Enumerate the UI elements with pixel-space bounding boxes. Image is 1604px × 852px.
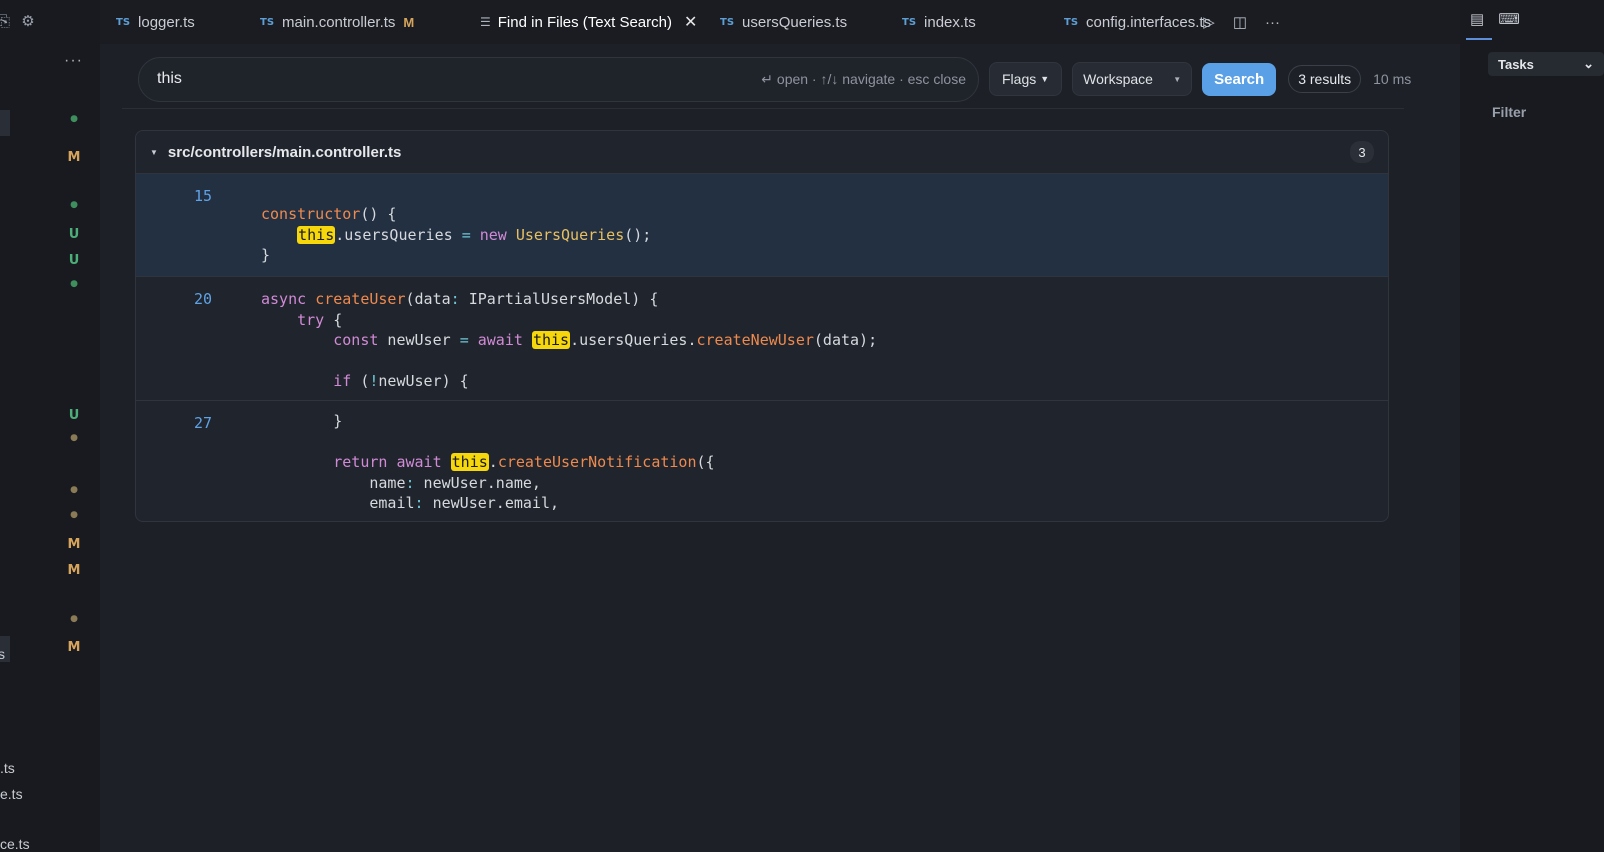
active-view-indicator [1466, 38, 1492, 40]
filter-input[interactable]: Filter [1492, 104, 1526, 120]
tab-users-queries[interactable]: TS usersQueries.ts [720, 0, 847, 44]
match-hunk[interactable]: 15 constructor() { this.usersQueries = n… [136, 174, 1388, 277]
toolbar-divider [122, 108, 1404, 109]
tasks-icon[interactable]: ▤ [1470, 10, 1484, 28]
file-name-fragment[interactable]: ce.ts [0, 836, 30, 852]
file-name-fragment[interactable]: s [0, 646, 5, 662]
chat-icon[interactable]: ⌨ [1498, 10, 1520, 28]
file-result-group: ▼ src/controllers/main.controller.ts 3 1… [135, 130, 1389, 522]
caret-down-icon: ▼ [1040, 74, 1050, 84]
typescript-file-icon: TS [720, 16, 735, 28]
split-editor-icon[interactable]: ◫ [1233, 13, 1247, 31]
file-name-fragment[interactable]: e.ts [0, 786, 23, 802]
git-status-badge: ● [70, 279, 78, 289]
match-highlight: this [450, 453, 489, 471]
editor-actions: ▷ ◫ ··· [1203, 0, 1280, 44]
tab-label: Find in Files (Text Search) [497, 13, 672, 31]
scope-select[interactable]: Workspace ▼ [1072, 62, 1193, 96]
tab-index[interactable]: TS index.ts [902, 0, 976, 44]
file-result-header[interactable]: ▼ src/controllers/main.controller.ts 3 [136, 131, 1388, 174]
typescript-file-icon: TS [1064, 16, 1079, 28]
collapse-triangle-icon[interactable]: ▼ [150, 148, 158, 157]
git-status-badge: ● [70, 114, 78, 124]
match-count-badge: 3 [1350, 141, 1374, 163]
git-status-badge: M [67, 640, 81, 655]
tasks-dropdown[interactable]: Tasks ⌄ [1488, 52, 1604, 76]
flags-dropdown[interactable]: Flags ▼ [989, 62, 1063, 96]
tab-label: usersQueries.ts [742, 13, 848, 31]
typescript-file-icon: TS [902, 16, 917, 28]
line-number: 20 [194, 290, 213, 308]
search-editor: ↵ open · ↑/↓ navigate · esc close Flags … [100, 44, 1460, 852]
git-status-badge: U [68, 253, 80, 268]
explorer-toolbar-icon[interactable]: ⎘ [0, 12, 14, 32]
tab-config-interfaces[interactable]: TS config.interfaces.ts [1064, 0, 1211, 44]
explorer-sidebar: ⎘ ⚙ ··· ● M ● U U ● U ● ● ● M M ● M s .t… [0, 0, 100, 852]
search-time: 10 ms [1373, 71, 1412, 87]
search-box[interactable]: ↵ open · ↑/↓ navigate · esc close [138, 56, 979, 102]
tab-main-controller[interactable]: TS main.controller.ts M [260, 0, 414, 44]
git-status-badge: U [68, 227, 80, 242]
chevron-down-icon: ⌄ [1583, 56, 1594, 71]
tab-logger[interactable]: TS logger.ts [116, 0, 195, 44]
explorer-selection-strip [0, 110, 10, 136]
results-count-badge: 3 results [1288, 65, 1362, 93]
file-path[interactable]: src/controllers/main.controller.ts [168, 144, 1350, 161]
git-status-badge: M [67, 563, 81, 578]
line-number: 15 [194, 187, 213, 205]
close-icon[interactable]: ✕ [684, 12, 697, 32]
search-toolbar: ↵ open · ↑/↓ navigate · esc close Flags … [138, 56, 1428, 102]
tab-label: index.ts [924, 13, 976, 31]
line-number: 27 [194, 414, 213, 432]
more-actions-icon[interactable]: ··· [64, 52, 83, 70]
tab-label: main.controller.ts [282, 13, 396, 31]
typescript-file-icon: TS [260, 16, 275, 28]
typescript-file-icon: TS [116, 16, 131, 28]
git-status-badge: ● [70, 510, 78, 520]
search-button[interactable]: Search [1202, 62, 1277, 96]
git-status-badge: ● [70, 485, 78, 495]
git-status-badge: ● [70, 614, 78, 624]
search-settings-icon[interactable]: ⚙ [18, 12, 38, 32]
panel-toolbar: ▤ ⌨ [1470, 10, 1520, 28]
run-icon[interactable]: ▷ [1203, 13, 1215, 31]
git-status-badge: ● [70, 200, 78, 210]
tab-label: logger.ts [138, 13, 195, 31]
git-status-badge: ● [70, 433, 78, 443]
tasks-label: Tasks [1498, 56, 1534, 72]
match-highlight: this [297, 225, 336, 244]
git-status-badge: U [68, 408, 80, 423]
code-snippet: constructor() { this.usersQueries = new … [261, 205, 652, 264]
tab-find-in-files[interactable]: ☰ Find in Files (Text Search) ✕ [480, 0, 697, 44]
more-actions-icon[interactable]: ··· [1265, 14, 1280, 31]
search-input[interactable] [157, 70, 762, 88]
code-snippet: } return await this.createUserNotificati… [333, 412, 715, 512]
match-hunk[interactable]: 20 async createUser(data: IPartialUsersM… [136, 277, 1388, 401]
modified-badge: M [403, 14, 415, 30]
file-name-fragment[interactable]: .ts [0, 760, 15, 776]
match-hunk[interactable]: 27 } return await this.createUserNotific… [136, 401, 1388, 521]
search-editor-icon: ☰ [480, 15, 491, 29]
tab-label: config.interfaces.ts [1086, 13, 1212, 31]
code-snippet: async createUser(data: IPartialUsersMode… [261, 290, 878, 390]
git-status-badge: M [67, 150, 81, 165]
keyboard-hint: ↵ open · ↑/↓ navigate · esc close [761, 70, 966, 87]
git-status-badge: M [67, 537, 81, 552]
caret-down-icon: ▼ [1173, 74, 1182, 84]
match-highlight: this [531, 331, 571, 349]
secondary-sidebar: ▤ ⌨ Tasks ⌄ Filter [1460, 0, 1604, 852]
flags-label: Flags [1002, 71, 1037, 87]
editor-tab-bar: TS logger.ts TS main.controller.ts M ☰ F… [100, 0, 1460, 44]
scope-label: Workspace [1083, 71, 1153, 87]
